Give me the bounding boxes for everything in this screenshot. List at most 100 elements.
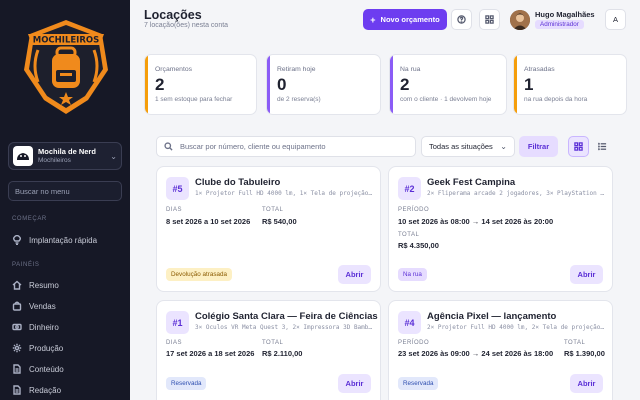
open-rental-button[interactable]: Abrir xyxy=(570,374,603,393)
help-icon xyxy=(457,15,466,24)
gear-icon xyxy=(12,343,22,353)
rental-dates: 8 set 2026 a 10 set 2026 xyxy=(166,217,251,226)
status-badge: Devolução atrasada xyxy=(166,268,233,281)
user-name: Hugo Magalhães xyxy=(535,10,595,19)
rental-title: Agência Pixel — lançamento xyxy=(427,311,557,322)
workspace-name: Mochila de Nerd xyxy=(38,147,96,156)
user-role-badge: Administrador xyxy=(535,20,584,29)
stat-value: 0 xyxy=(277,75,287,94)
workspace-switcher[interactable]: Mochila de Nerd Mochileiros ⌄ xyxy=(8,142,122,170)
rental-total: R$ 2.110,00 xyxy=(262,349,303,358)
search-placeholder: Buscar por número, cliente ou equipament… xyxy=(180,142,326,151)
status-select[interactable]: Todas as situações ⌄ xyxy=(421,136,515,157)
stat-value: 2 xyxy=(155,75,165,94)
rental-title: Clube do Tabuleiro xyxy=(195,177,281,188)
sidebar-item-implantacao[interactable]: Implantação rápida xyxy=(12,232,122,248)
home-icon xyxy=(12,280,22,290)
logo-text: MOCHILEIROS xyxy=(33,36,99,46)
sidebar-item-redacao[interactable]: Redação xyxy=(12,382,122,398)
rental-id: #4 xyxy=(398,311,421,334)
sidebar-item-label: Redação xyxy=(29,385,62,395)
filter-button[interactable]: Filtrar xyxy=(519,136,558,157)
sidebar-item-resumo[interactable]: Resumo xyxy=(12,277,122,293)
stat-card-retiram-hoje: Retiram hoje 0 de 2 reserva(s) xyxy=(266,54,381,115)
page-subtitle: 7 locação(ões) nesta conta xyxy=(144,22,229,29)
workspace-subtitle: Mochileiros xyxy=(38,156,71,164)
money-icon xyxy=(12,323,22,331)
rental-id: #1 xyxy=(166,311,189,334)
open-rental-button[interactable]: Abrir xyxy=(570,265,603,284)
sidebar-item-conteudo[interactable]: Conteúdo xyxy=(12,361,122,377)
workspace-avatar-icon xyxy=(13,146,33,166)
sidebar-item-label: Conteúdo xyxy=(29,364,64,374)
rental-dates: 23 set 2026 às 09:00 → 24 set 2026 às 18… xyxy=(398,349,554,358)
chevron-down-icon: ⌄ xyxy=(500,142,507,151)
apps-button[interactable] xyxy=(479,9,500,30)
field-label: PERÍODO xyxy=(398,207,430,213)
new-quote-button[interactable]: + Novo orçamento xyxy=(363,9,447,30)
stat-accent xyxy=(514,55,517,114)
sidebar-section-title: PAINÉIS xyxy=(12,262,40,268)
rental-id: #5 xyxy=(166,177,189,200)
stat-description: 1 sem estoque para fechar xyxy=(155,96,233,103)
stat-label: Atrasadas xyxy=(524,66,555,73)
field-label: TOTAL xyxy=(262,340,284,346)
sidebar-section-title: COMEÇAR xyxy=(12,216,47,222)
sidebar-item-label: Implantação rápida xyxy=(29,235,98,245)
stat-label: Na rua xyxy=(400,66,421,73)
stat-label: Retiram hoje xyxy=(277,66,316,73)
field-label: TOTAL xyxy=(262,207,284,213)
stat-accent xyxy=(145,55,148,114)
rental-card: #2 Geek Fest Campina 2× Fliperama arcade… xyxy=(388,166,613,292)
field-label: TOTAL xyxy=(564,340,586,346)
rental-items: 2× Projetor Full HD 4000 lm, 2× Tela de … xyxy=(427,324,607,331)
rental-total: R$ 540,00 xyxy=(262,217,297,226)
open-rental-button[interactable]: Abrir xyxy=(338,265,371,284)
grid-view-button[interactable] xyxy=(568,136,589,157)
rental-card: #1 Colégio Santa Clara — Feira de Ciênci… xyxy=(156,300,381,400)
rental-card: #4 Agência Pixel — lançamento 2× Projeto… xyxy=(388,300,613,400)
status-badge: Na rua xyxy=(398,268,427,281)
rental-items: 3× Óculos VR Meta Quest 3, 2× Impressora… xyxy=(195,324,375,331)
open-rental-button[interactable]: Abrir xyxy=(338,374,371,393)
sidebar-item-label: Produção xyxy=(29,343,64,353)
list-icon xyxy=(598,142,607,151)
account-menu-button[interactable]: A xyxy=(605,9,626,30)
stat-description: com o cliente · 1 devolvem hoje xyxy=(400,96,492,103)
sidebar-item-label: Vendas xyxy=(29,301,56,311)
rental-title: Geek Fest Campina xyxy=(427,177,516,188)
sidebar-item-dinheiro[interactable]: Dinheiro xyxy=(12,319,122,335)
rental-items: 1× Projetor Full HD 4000 lm, 1× Tela de … xyxy=(195,190,375,197)
stat-card-atrasadas: Atrasadas 1 na rua depois da hora xyxy=(513,54,627,115)
field-label: PERÍODO xyxy=(398,340,430,346)
stat-accent xyxy=(390,55,393,114)
sidebar-item-label: Resumo xyxy=(29,280,59,290)
document-icon xyxy=(13,364,21,374)
bag-icon xyxy=(12,301,22,311)
field-label: TOTAL xyxy=(398,232,420,238)
stat-card-na-rua: Na rua 2 com o cliente · 1 devolvem hoje xyxy=(389,54,507,115)
stat-accent xyxy=(267,55,270,114)
sidebar-item-producao[interactable]: Produção xyxy=(12,340,122,356)
list-view-button[interactable] xyxy=(592,136,613,157)
sidebar-item-label: Dinheiro xyxy=(29,322,59,332)
rental-total: R$ 4.350,00 xyxy=(398,241,439,250)
status-badge: Reservada xyxy=(166,377,207,390)
status-badge: Reservada xyxy=(398,377,439,390)
plus-icon: + xyxy=(370,14,376,25)
sidebar: MOCHILEIROS Mochila de Nerd Mochileiros … xyxy=(0,0,130,400)
new-quote-label: Novo orçamento xyxy=(380,15,440,24)
user-avatar[interactable] xyxy=(510,10,530,30)
sidebar-item-vendas[interactable]: Vendas xyxy=(12,298,122,314)
stat-label: Orçamentos xyxy=(155,66,193,73)
stat-description: de 2 reserva(s) xyxy=(277,96,321,103)
rental-dates: 17 set 2026 a 18 set 2026 xyxy=(166,349,255,358)
rental-title: Colégio Santa Clara — Feira de Ciências xyxy=(195,311,378,322)
rental-items: 2× Fliperama arcade 2 jogadores, 3× Play… xyxy=(427,190,607,197)
stat-card-orcamentos: Orçamentos 2 1 sem estoque para fechar xyxy=(144,54,257,115)
rental-search-input[interactable]: Buscar por número, cliente ou equipament… xyxy=(156,136,416,157)
sidebar-search-input[interactable]: Buscar no menu xyxy=(8,181,122,201)
field-label: DIAS xyxy=(166,207,183,213)
help-button[interactable] xyxy=(451,9,472,30)
stat-value: 2 xyxy=(400,75,410,94)
